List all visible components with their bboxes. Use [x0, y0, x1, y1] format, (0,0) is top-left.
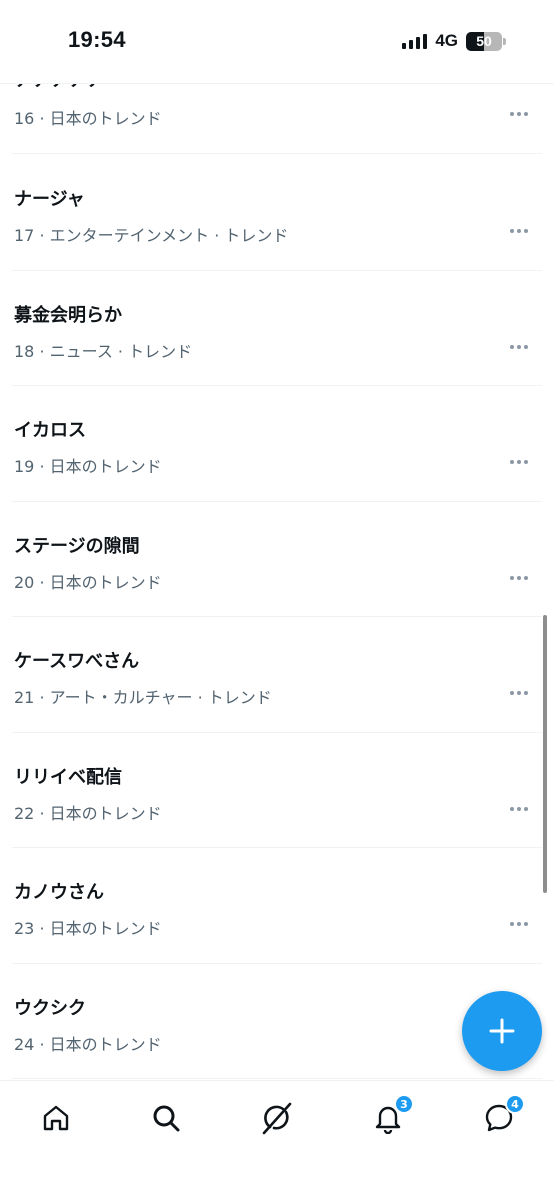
trend-item-23[interactable]: カノウさん 23 · 日本のトレンド — [12, 848, 542, 964]
trend-meta: 17 · エンターテインメント · トレンド — [14, 226, 289, 245]
trend-name: ウクシク — [14, 997, 86, 1019]
grok-icon — [262, 1102, 292, 1135]
network-type: 4G — [435, 31, 458, 50]
trend-item-19[interactable]: イカロス 19 · 日本のトレンド — [12, 386, 542, 502]
trend-meta: 16 · 日本のトレンド — [14, 109, 162, 128]
nav-grok[interactable] — [257, 1098, 297, 1138]
nav-messages[interactable]: 4 — [479, 1094, 525, 1138]
trend-name: リリイベ配信 — [14, 766, 122, 788]
trend-meta: 20 · 日本のトレンド — [14, 572, 162, 592]
more-horizontal-icon[interactable] — [510, 112, 528, 116]
bottom-nav: 3 4 — [0, 1080, 554, 1200]
notifications-badge: 3 — [394, 1094, 414, 1114]
nav-home[interactable] — [36, 1098, 76, 1138]
more-horizontal-icon[interactable] — [510, 691, 528, 695]
trend-name: 募金会明らか — [14, 304, 122, 326]
trend-name: カノウさん — [14, 882, 104, 903]
more-horizontal-icon[interactable] — [510, 229, 528, 233]
trend-name: ステージの隙間 — [14, 535, 140, 557]
status-time: 19:54 — [68, 27, 126, 52]
trend-meta: 22 · 日本のトレンド — [14, 803, 162, 823]
compose-button[interactable] — [462, 991, 542, 1071]
trend-meta: 24 · 日本のトレンド — [14, 1034, 162, 1054]
trend-name: ナージャ — [14, 189, 85, 210]
trend-meta: 23 · 日本のトレンド — [14, 919, 162, 938]
messages-badge: 4 — [505, 1094, 525, 1114]
nav-search[interactable] — [146, 1098, 186, 1138]
trend-item-17[interactable]: ナージャ 17 · エンターテインメント · トレンド — [12, 155, 542, 271]
trend-item-22[interactable]: リリイベ配信 22 · 日本のトレンド — [12, 733, 542, 848]
scrollbar[interactable] — [543, 615, 547, 893]
trend-meta: 18 · ニュース · トレンド — [14, 341, 193, 361]
trend-item-20[interactable]: ステージの隙間 20 · 日本のトレンド — [12, 502, 542, 617]
trend-item-18[interactable]: 募金会明らか 18 · ニュース · トレンド — [12, 271, 542, 386]
more-horizontal-icon[interactable] — [510, 922, 528, 926]
trend-name: ケースワべさん — [14, 651, 140, 672]
cellular-signal-icon — [402, 33, 428, 49]
more-horizontal-icon[interactable] — [510, 575, 528, 580]
trend-item-21[interactable]: ケースワべさん 21 · アート・カルチャー · トレンド — [12, 617, 542, 733]
status-bar: 19:54 4G 50 — [0, 0, 554, 84]
home-icon — [43, 1105, 69, 1131]
trend-meta: 21 · アート・カルチャー · トレンド — [14, 688, 272, 707]
more-horizontal-icon[interactable] — [510, 344, 528, 349]
more-horizontal-icon[interactable] — [510, 806, 528, 811]
status-indicators: 4G 50 — [402, 31, 506, 51]
battery-level: 50 — [476, 33, 492, 49]
trend-meta: 19 · 日本のトレンド — [14, 457, 162, 476]
nav-notifications[interactable]: 3 — [368, 1094, 414, 1138]
plus-icon — [489, 1018, 515, 1044]
search-icon — [153, 1105, 180, 1132]
battery-icon: 50 — [466, 31, 506, 51]
more-horizontal-icon[interactable] — [510, 460, 528, 464]
trend-name: イカロス — [14, 420, 86, 441]
